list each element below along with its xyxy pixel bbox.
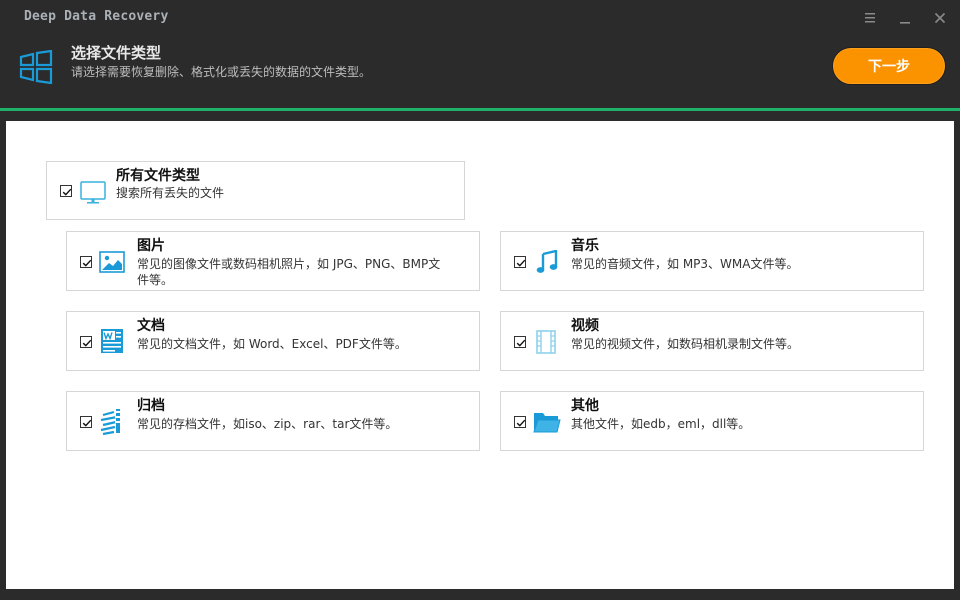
page-subtitle: 请选择需要恢复删除、格式化或丢失的数据的文件类型。 bbox=[71, 65, 372, 79]
word-document-icon bbox=[101, 329, 123, 357]
archive-checkbox[interactable] bbox=[80, 416, 92, 428]
category-video[interactable]: 视频 常见的视频文件，如数码相机录制文件等。 bbox=[500, 311, 924, 371]
next-button[interactable]: 下一步 bbox=[833, 48, 945, 84]
header-divider bbox=[0, 108, 960, 111]
archive-title: 归档 bbox=[137, 398, 165, 414]
category-documents[interactable]: 文档 常见的文档文件，如 Word、Excel、PDF文件等。 bbox=[66, 311, 480, 371]
monitor-icon bbox=[80, 181, 106, 209]
all-file-types-option[interactable]: 所有文件类型 搜索所有丢失的文件 bbox=[46, 161, 465, 220]
video-checkbox[interactable] bbox=[514, 336, 526, 348]
documents-title: 文档 bbox=[137, 318, 165, 334]
film-icon bbox=[536, 330, 556, 358]
category-music[interactable]: 音乐 常见的音频文件，如 MP3、WMA文件等。 bbox=[500, 231, 924, 291]
grid-icon bbox=[18, 49, 54, 85]
video-title: 视频 bbox=[571, 318, 599, 334]
folder-icon bbox=[533, 410, 561, 438]
music-desc: 常见的音频文件，如 MP3、WMA文件等。 bbox=[571, 257, 799, 271]
all-file-types-checkbox[interactable] bbox=[60, 185, 72, 197]
app-title: Deep Data Recovery bbox=[24, 9, 169, 24]
close-button[interactable] bbox=[932, 10, 948, 26]
page-title: 选择文件类型 bbox=[71, 44, 162, 62]
documents-desc: 常见的文档文件，如 Word、Excel、PDF文件等。 bbox=[137, 337, 407, 351]
close-icon bbox=[934, 12, 946, 24]
video-desc: 常见的视频文件，如数码相机录制文件等。 bbox=[571, 337, 800, 351]
all-file-types-title: 所有文件类型 bbox=[116, 168, 200, 184]
category-archive[interactable]: 归档 常见的存档文件，如iso、zip、rar、tar文件等。 bbox=[66, 391, 480, 451]
category-pictures[interactable]: 图片 常见的图像文件或数码相机照片，如 JPG、PNG、BMP文件等。 bbox=[66, 231, 480, 291]
pictures-checkbox[interactable] bbox=[80, 256, 92, 268]
archive-icon bbox=[100, 408, 124, 440]
category-other[interactable]: 其他 其他文件，如edb，eml，dll等。 bbox=[500, 391, 924, 451]
music-icon bbox=[536, 249, 558, 278]
other-desc: 其他文件，如edb，eml，dll等。 bbox=[571, 417, 751, 431]
archive-desc: 常见的存档文件，如iso、zip、rar、tar文件等。 bbox=[137, 417, 398, 431]
minimize-button[interactable] bbox=[897, 10, 913, 26]
other-checkbox[interactable] bbox=[514, 416, 526, 428]
music-title: 音乐 bbox=[571, 238, 599, 254]
minimize-icon bbox=[900, 22, 910, 24]
file-type-panel: 所有文件类型 搜索所有丢失的文件 图片 常见的图像文件或数码相机照片，如 JPG… bbox=[6, 121, 954, 589]
menu-button[interactable] bbox=[862, 10, 878, 26]
all-file-types-desc: 搜索所有丢失的文件 bbox=[116, 186, 225, 200]
music-checkbox[interactable] bbox=[514, 256, 526, 268]
pictures-title: 图片 bbox=[137, 238, 165, 254]
other-title: 其他 bbox=[571, 398, 599, 414]
pictures-desc: 常见的图像文件或数码相机照片，如 JPG、PNG、BMP文件等。 bbox=[137, 257, 441, 287]
documents-checkbox[interactable] bbox=[80, 336, 92, 348]
menu-icon bbox=[865, 13, 875, 23]
image-icon bbox=[99, 251, 125, 277]
